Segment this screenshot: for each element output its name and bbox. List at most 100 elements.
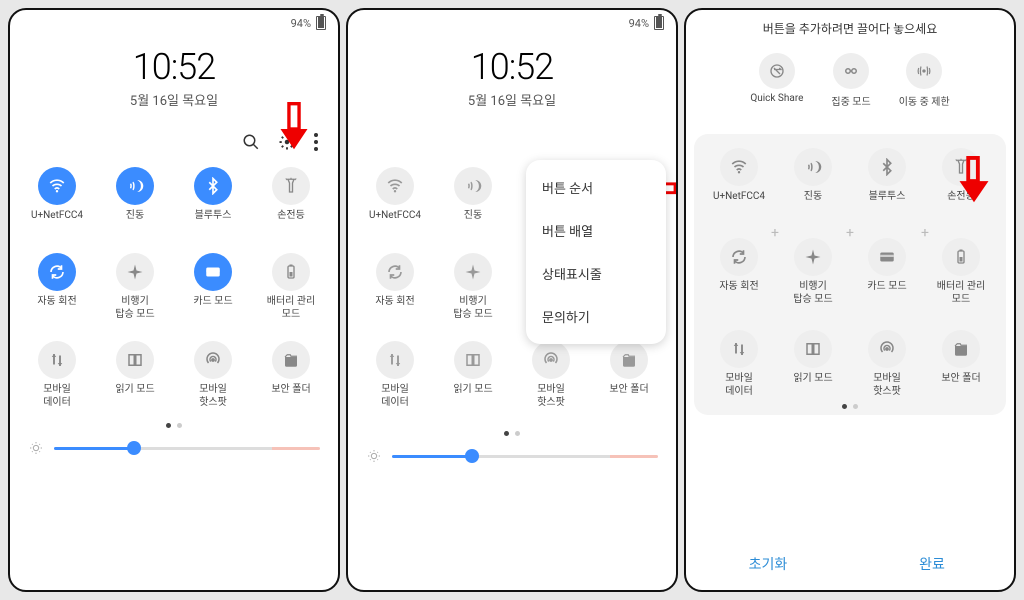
tile-vibrate[interactable]: 진동 [98,167,172,233]
read-icon[interactable] [116,341,154,379]
tile-battery[interactable]: 배터리 관리모드 [254,253,328,321]
read-icon[interactable] [454,341,492,379]
menu-item-statusbar[interactable]: 상태표시줄 [526,252,666,295]
slider-thumb[interactable] [465,449,479,463]
tile-flashlight[interactable]: 손전등 [254,167,328,233]
brightness-slider[interactable] [54,447,320,450]
pager [700,398,1000,411]
available-tile-quickshare[interactable]: Quick Share [750,53,803,108]
add-slot-icon[interactable]: + [921,226,929,240]
tile-read[interactable]: 읽기 모드 [778,330,848,398]
tile-secure[interactable]: 보안 폴더 [592,341,666,409]
vibrate-icon[interactable] [116,167,154,205]
tile-read[interactable]: 읽기 모드 [436,341,510,409]
tile-label: 모바일핫스팟 [537,383,565,409]
tile-label: 진동 [464,209,482,233]
menu-item-contact[interactable]: 문의하기 [526,295,666,338]
battery-icon[interactable] [942,238,980,276]
panel-2: 94% 10:52 5월 16일 목요일 U+NetFCC4진동블루투스손전등자… [346,8,678,592]
card-icon[interactable] [194,253,232,291]
tile-card[interactable]: 카드 모드 [176,253,250,321]
airplane-icon[interactable] [454,253,492,291]
card-icon[interactable] [868,238,906,276]
tile-mobiledata[interactable]: 모바일데이터 [20,341,94,409]
menu-item-button-layout[interactable]: 버튼 배열 [526,209,666,252]
tile-label: 진동 [804,190,822,214]
slider-thumb[interactable] [127,441,141,455]
tile-vibrate[interactable]: 진동 [778,148,848,214]
tile-wifi[interactable]: U+NetFCC4 [358,167,432,233]
rotate-icon[interactable] [38,253,76,291]
focus-icon[interactable] [833,53,869,89]
tile-label: 읽기 모드 [453,383,492,407]
flashlight-icon[interactable] [272,167,310,205]
read-icon[interactable] [794,330,832,368]
wifi-icon[interactable] [38,167,76,205]
battery-icon[interactable] [272,253,310,291]
tile-wifi[interactable]: U+NetFCC4 [704,148,774,214]
tile-rotate[interactable]: 자동 회전 [704,238,774,306]
tile-rotate[interactable]: 자동 회전 [20,253,94,321]
tile-secure[interactable]: 보안 폴더 [926,330,996,398]
secure-icon[interactable] [272,341,310,379]
tile-label: 자동 회전 [375,295,414,319]
tile-airplane[interactable]: 비행기탑승 모드 [98,253,172,321]
wifi-icon[interactable] [720,148,758,186]
hotspot-icon[interactable] [532,341,570,379]
tile-hotspot[interactable]: 모바일핫스팟 [176,341,250,409]
quickshare-icon[interactable] [759,53,795,89]
reset-button[interactable]: 초기화 [686,538,850,590]
airplane-icon[interactable] [116,253,154,291]
tile-wifi[interactable]: U+NetFCC4 [20,167,94,233]
tile-secure[interactable]: 보안 폴더 [254,341,328,409]
tile-label: 자동 회전 [37,295,76,319]
add-slot-icon[interactable]: + [846,226,854,240]
bottom-buttons: 초기화 완료 [686,538,1014,590]
tile-hotspot[interactable]: 모바일핫스팟 [852,330,922,398]
overflow-menu: 버튼 순서 버튼 배열 상태표시줄 문의하기 [526,160,666,344]
airplane-icon[interactable] [794,238,832,276]
brightness-icon [28,440,44,456]
tile-mobiledata[interactable]: 모바일데이터 [358,341,432,409]
available-tile-motion[interactable]: 이동 중 제한 [899,53,950,108]
tile-bluetooth[interactable]: 블루투스 [852,148,922,214]
motion-icon[interactable] [906,53,942,89]
tile-label: 비행기탑승 모드 [453,295,492,321]
tile-label: 읽기 모드 [793,372,832,396]
tile-label: 비행기탑승 모드 [115,295,154,321]
secure-icon[interactable] [942,330,980,368]
wifi-icon[interactable] [376,167,414,205]
tile-label: U+NetFCC4 [713,190,765,214]
done-button[interactable]: 완료 [850,538,1014,590]
tile-label: 모바일핫스팟 [873,372,901,398]
rotate-icon[interactable] [376,253,414,291]
mobiledata-icon[interactable] [376,341,414,379]
secure-icon[interactable] [610,341,648,379]
tile-mobiledata[interactable]: 모바일데이터 [704,330,774,398]
hotspot-icon[interactable] [194,341,232,379]
menu-item-button-order[interactable]: 버튼 순서 [526,166,666,209]
tile-bluetooth[interactable]: 블루투스 [176,167,250,233]
tile-vibrate[interactable]: 진동 [436,167,510,233]
tile-battery[interactable]: 배터리 관리모드 [926,238,996,306]
mobiledata-icon[interactable] [38,341,76,379]
tile-airplane[interactable]: 비행기탑승 모드 [778,238,848,306]
rotate-icon[interactable] [720,238,758,276]
search-icon[interactable] [242,133,260,151]
clock-area: 10:52 5월 16일 목요일 [348,32,676,113]
tile-rotate[interactable]: 자동 회전 [358,253,432,321]
brightness-slider[interactable] [392,455,658,458]
bluetooth-icon[interactable] [194,167,232,205]
tile-airplane[interactable]: 비행기탑승 모드 [436,253,510,321]
vibrate-icon[interactable] [454,167,492,205]
battery-icon [316,16,326,30]
bluetooth-icon[interactable] [868,148,906,186]
available-tile-focus[interactable]: 집중 모드 [831,53,870,108]
vibrate-icon[interactable] [794,148,832,186]
add-slot-icon[interactable]: + [771,226,779,240]
hotspot-icon[interactable] [868,330,906,368]
tile-hotspot[interactable]: 모바일핫스팟 [514,341,588,409]
tile-read[interactable]: 읽기 모드 [98,341,172,409]
mobiledata-icon[interactable] [720,330,758,368]
tile-card[interactable]: 카드 모드 [852,238,922,306]
